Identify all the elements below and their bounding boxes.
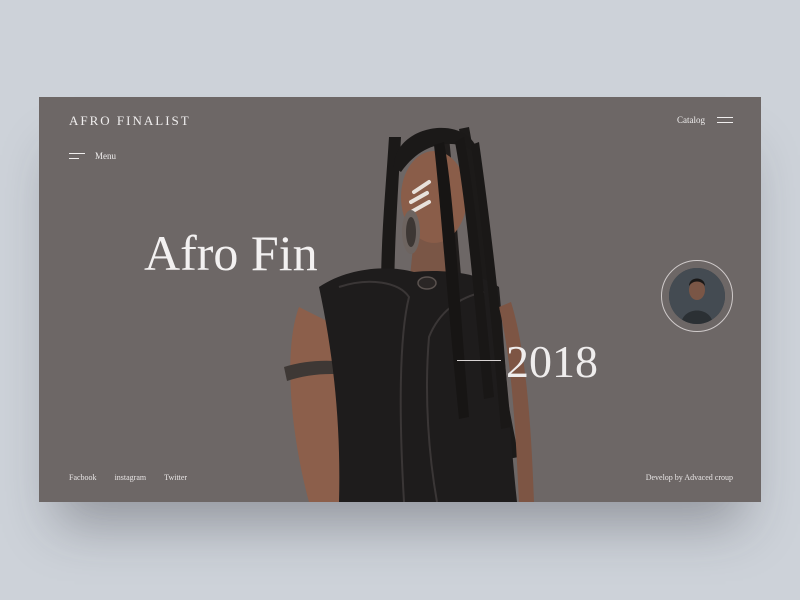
twitter-link[interactable]: Twitter <box>164 473 187 482</box>
menu-label: Menu <box>95 151 116 161</box>
hero-card: AFRO FINALIST Menu Catalog Afro Fin 2018… <box>39 97 761 502</box>
hero-year: 2018 <box>506 336 598 387</box>
catalog-button[interactable]: Catalog <box>677 115 733 125</box>
model-photo <box>284 127 534 502</box>
catalog-label: Catalog <box>677 115 705 125</box>
page-background: AFRO FINALIST Menu Catalog Afro Fin 2018… <box>0 0 800 600</box>
instagram-link[interactable]: instagram <box>115 473 147 482</box>
avatar <box>669 268 725 324</box>
hamburger-icon <box>69 153 85 159</box>
developer-credit: Develop by Advaced croup <box>645 473 733 482</box>
brand-logo[interactable]: AFRO FINALIST <box>69 113 191 129</box>
menu-button[interactable]: Menu <box>69 151 116 161</box>
catalog-menu-icon <box>717 117 733 123</box>
avatar-portrait-icon <box>669 268 725 324</box>
social-links: Facbook instagram Twitter <box>69 473 187 482</box>
facebook-link[interactable]: Facbook <box>69 473 97 482</box>
year-divider-line <box>457 360 501 361</box>
profile-thumbnail-button[interactable] <box>661 260 733 332</box>
